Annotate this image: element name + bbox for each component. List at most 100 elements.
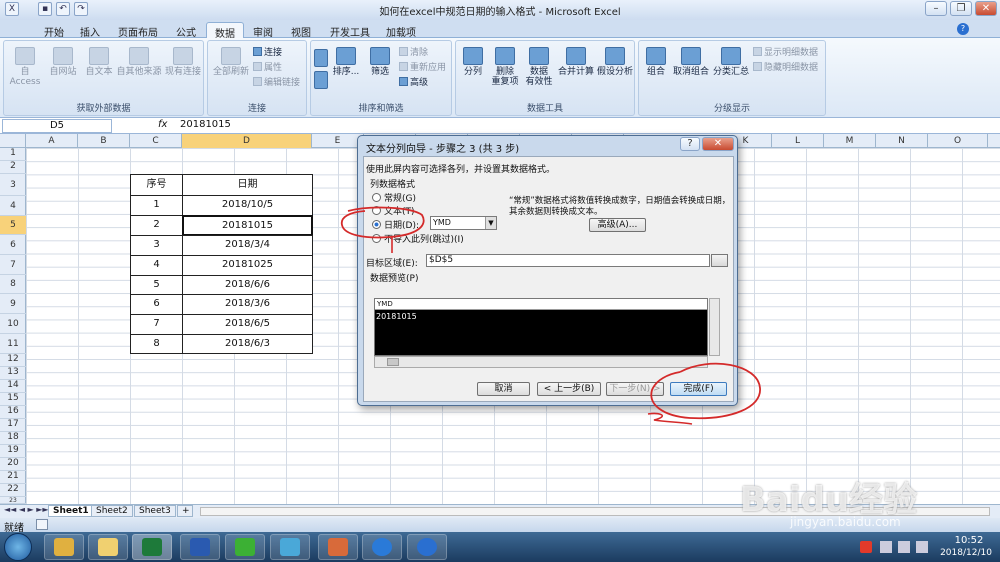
taskbar-word-icon[interactable] xyxy=(180,534,220,560)
dialog-help-button[interactable]: ? xyxy=(680,137,700,151)
help-icon[interactable]: ? xyxy=(957,23,969,35)
select-all-corner[interactable] xyxy=(0,134,26,148)
consolidate-button[interactable]: 合并计算 xyxy=(556,47,596,77)
row-header[interactable]: 7 xyxy=(0,255,26,275)
column-header[interactable]: D xyxy=(182,134,312,148)
row-header[interactable]: 6 xyxy=(0,235,26,255)
tray-date[interactable]: 2018/12/10 xyxy=(935,548,997,558)
row-header[interactable]: 2 xyxy=(0,161,26,174)
table-cell-seq[interactable]: 3 xyxy=(130,235,183,256)
connections-button[interactable]: 连接 xyxy=(253,45,282,58)
hide-detail-button[interactable]: 隐藏明细数据 xyxy=(753,60,818,73)
row-header[interactable]: 9 xyxy=(0,294,26,314)
taskbar-paint-icon[interactable] xyxy=(318,534,358,560)
formula-input[interactable]: 20181015 xyxy=(180,119,231,130)
advanced-filter-button[interactable]: 高级 xyxy=(399,75,428,88)
filter-button[interactable]: 筛选 xyxy=(365,47,395,77)
row-header[interactable]: 20 xyxy=(0,458,26,471)
tray-volume-icon[interactable] xyxy=(916,541,928,553)
tray-sogou-icon[interactable] xyxy=(860,541,872,553)
taskbar-explorer-icon[interactable] xyxy=(44,534,84,560)
row-header[interactable]: 19 xyxy=(0,445,26,458)
tab-review[interactable]: 审阅 xyxy=(245,22,281,39)
row-header[interactable]: 14 xyxy=(0,380,26,393)
data-validation-button[interactable]: 数据 有效性 xyxy=(522,47,556,87)
taskbar-help-icon[interactable] xyxy=(407,534,447,560)
table-cell-seq[interactable]: 1 xyxy=(130,195,183,216)
column-header[interactable]: L xyxy=(772,134,824,148)
table-cell-seq[interactable]: 2 xyxy=(130,215,183,236)
row-header[interactable]: 8 xyxy=(0,275,26,294)
clear-button[interactable]: 清除 xyxy=(399,45,428,58)
table-cell-date[interactable]: 2018/6/6 xyxy=(182,275,313,295)
table-cell-date[interactable]: 2018/6/3 xyxy=(182,334,313,354)
macro-record-icon[interactable] xyxy=(36,519,48,530)
date-format-select[interactable]: YMD ▼ xyxy=(430,216,497,230)
row-header[interactable]: 5 xyxy=(0,216,26,235)
column-header[interactable]: N xyxy=(876,134,928,148)
subtotal-button[interactable]: 分类汇总 xyxy=(711,47,751,77)
row-header[interactable]: 3 xyxy=(0,174,26,196)
tray-network-icon[interactable] xyxy=(898,541,910,553)
table-cell-seq[interactable]: 4 xyxy=(130,255,183,276)
taskbar-sogou-icon[interactable] xyxy=(362,534,402,560)
sheet-tab[interactable]: Sheet3 xyxy=(134,505,176,517)
sort-za-icon[interactable] xyxy=(313,71,329,91)
row-header[interactable]: 11 xyxy=(0,334,26,354)
chevron-down-icon[interactable]: ▼ xyxy=(485,217,496,229)
table-cell-seq[interactable]: 8 xyxy=(130,334,183,354)
scroll-thumb[interactable] xyxy=(387,358,399,366)
taskbar-folder-icon[interactable] xyxy=(88,534,128,560)
table-header-seq[interactable]: 序号 xyxy=(130,174,183,196)
sort-button[interactable]: 排序... xyxy=(331,47,361,77)
sort-az-icon[interactable] xyxy=(313,49,329,69)
insert-function-icon[interactable]: fx xyxy=(158,119,167,130)
show-detail-button[interactable]: 显示明细数据 xyxy=(753,45,818,58)
row-header[interactable]: 17 xyxy=(0,419,26,432)
tab-data[interactable]: 数据 xyxy=(206,22,244,40)
range-picker-icon[interactable] xyxy=(711,254,728,267)
table-cell-date[interactable]: 2018/10/5 xyxy=(182,195,313,216)
table-header-date[interactable]: 日期 xyxy=(182,174,313,196)
back-button[interactable]: < 上一步(B) xyxy=(537,382,601,396)
start-button[interactable] xyxy=(4,533,32,561)
row-header[interactable]: 1 xyxy=(0,148,26,161)
row-header[interactable]: 15 xyxy=(0,393,26,406)
row-header[interactable]: 13 xyxy=(0,367,26,380)
from-web-button[interactable]: 自网站 xyxy=(46,47,80,77)
column-header[interactable]: B xyxy=(78,134,130,148)
column-header[interactable]: M xyxy=(824,134,876,148)
cancel-button[interactable]: 取消 xyxy=(477,382,530,396)
tab-home[interactable]: 开始 xyxy=(36,22,72,39)
existing-connections-button[interactable]: 现有连接 xyxy=(164,47,202,77)
sheet-tab[interactable]: Sheet2 xyxy=(91,505,133,517)
taskbar-app-icon[interactable] xyxy=(270,534,310,560)
tray-flag-icon[interactable] xyxy=(880,541,892,553)
from-other-sources-button[interactable]: 自其他来源 xyxy=(116,47,162,77)
tab-addins[interactable]: 加载项 xyxy=(378,22,424,39)
reapply-button[interactable]: 重新应用 xyxy=(399,60,446,73)
taskbar-wechat-icon[interactable] xyxy=(225,534,265,560)
tab-view[interactable]: 视图 xyxy=(283,22,319,39)
tab-developer[interactable]: 开发工具 xyxy=(322,22,378,39)
row-header[interactable]: 12 xyxy=(0,354,26,367)
row-header[interactable]: 18 xyxy=(0,432,26,445)
table-cell-date[interactable]: 2018/3/6 xyxy=(182,294,313,315)
taskbar-excel-icon[interactable] xyxy=(132,534,172,560)
column-header[interactable]: C xyxy=(130,134,182,148)
tab-insert[interactable]: 插入 xyxy=(72,22,108,39)
row-header[interactable]: 10 xyxy=(0,314,26,334)
what-if-analysis-button[interactable]: 假设分析 xyxy=(596,47,634,77)
table-cell-date[interactable]: 2018/6/5 xyxy=(182,314,313,335)
row-header[interactable]: 23 xyxy=(0,497,26,504)
tab-page-layout[interactable]: 页面布局 xyxy=(110,22,166,39)
from-access-button[interactable]: 自 Access xyxy=(8,47,42,87)
active-cell-d5[interactable]: 20181015 xyxy=(182,215,313,236)
tray-time[interactable]: 10:52 xyxy=(945,535,993,546)
advanced-button[interactable]: 高级(A)... xyxy=(589,218,646,232)
row-header[interactable]: 22 xyxy=(0,484,26,497)
tab-formulas[interactable]: 公式 xyxy=(168,22,204,39)
remove-duplicates-button[interactable]: 删除 重复项 xyxy=(488,47,522,87)
text-to-columns-button[interactable]: 分列 xyxy=(458,47,488,77)
table-cell-seq[interactable]: 5 xyxy=(130,275,183,295)
